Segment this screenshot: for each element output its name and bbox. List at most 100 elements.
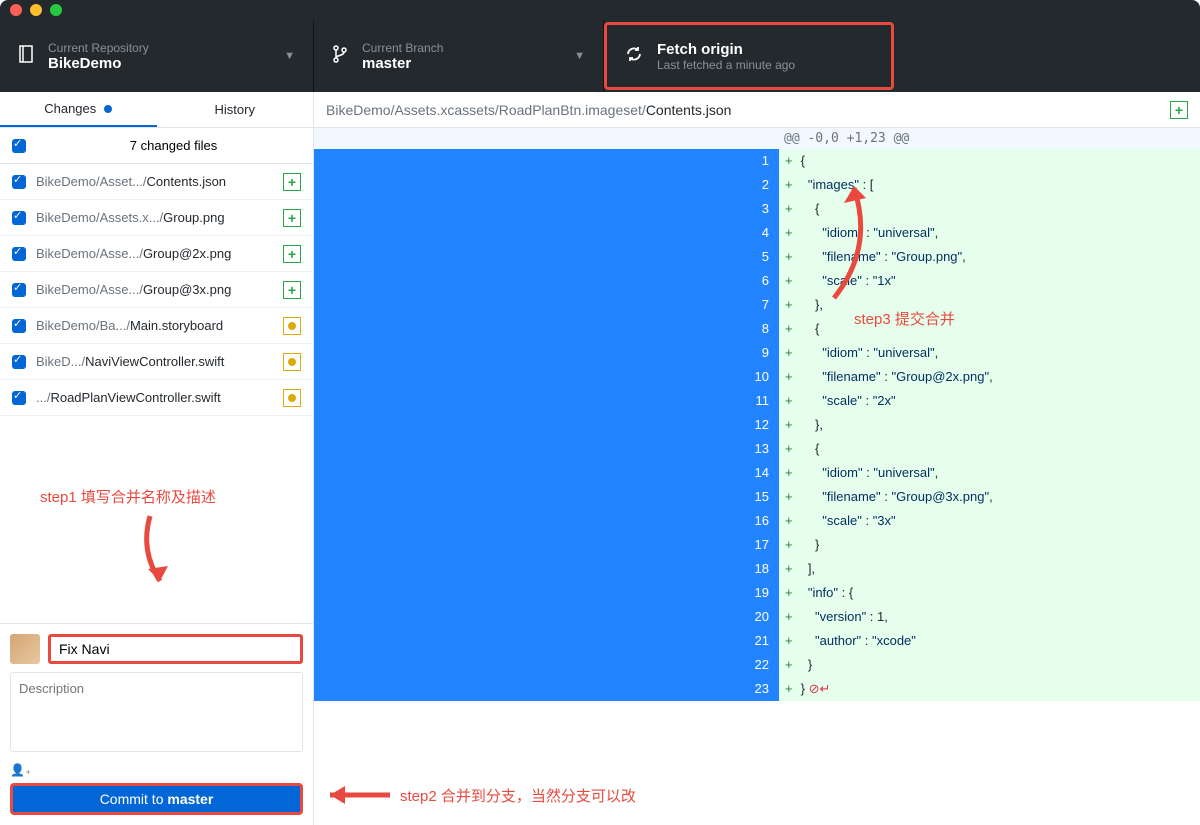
hunk-header: @@ -0,0 +1,23 @@ <box>314 128 1200 149</box>
added-icon: + <box>283 173 301 191</box>
file-name: BikeDemo/Asse.../Group@2x.png <box>36 246 277 261</box>
line-number: 12 <box>314 413 779 437</box>
diff-line: 15+ "filename" : "Group@3x.png", <box>314 485 1200 509</box>
line-number: 2 <box>314 173 779 197</box>
branch-label: Current Branch <box>362 41 574 55</box>
line-number: 13 <box>314 437 779 461</box>
commit-button[interactable]: Commit to master <box>10 783 303 815</box>
modified-icon <box>283 389 301 407</box>
file-checkbox[interactable] <box>12 391 26 405</box>
file-path-bar: BikeDemo/Assets.xcassets/RoadPlanBtn.ima… <box>314 92 1200 128</box>
line-number: 11 <box>314 389 779 413</box>
fetch-label: Fetch origin <box>657 41 873 58</box>
file-row[interactable]: BikeDemo/Ba.../Main.storyboard <box>0 308 313 344</box>
diff-line: 1+{ <box>314 149 1200 173</box>
repo-selector[interactable]: Current Repository BikeDemo ▼ <box>0 20 314 92</box>
file-name: BikeDemo/Ba.../Main.storyboard <box>36 318 277 333</box>
add-coauthor-icon[interactable]: 👤₊ <box>10 763 303 777</box>
tab-history[interactable]: History <box>157 92 314 127</box>
file-name: BikeDemo/Assets.x.../Group.png <box>36 210 277 225</box>
diff-line: 7+ }, <box>314 293 1200 317</box>
tab-changes-label: Changes <box>44 101 96 116</box>
diff-line: 13+ { <box>314 437 1200 461</box>
commit-summary-input[interactable] <box>48 634 303 664</box>
line-number: 3 <box>314 197 779 221</box>
repo-label: Current Repository <box>48 41 284 55</box>
added-icon: + <box>283 281 301 299</box>
file-row[interactable]: .../RoadPlanViewController.swift <box>0 380 313 416</box>
line-number: 19 <box>314 581 779 605</box>
tab-changes[interactable]: Changes <box>0 92 157 127</box>
line-number: 6 <box>314 269 779 293</box>
line-number: 8 <box>314 317 779 341</box>
file-checkbox[interactable] <box>12 319 26 333</box>
branch-icon <box>332 45 348 68</box>
tab-history-label: History <box>215 102 255 117</box>
diff-line: 11+ "scale" : "2x" <box>314 389 1200 413</box>
close-window-icon[interactable] <box>10 4 22 16</box>
caret-down-icon: ▼ <box>284 50 295 62</box>
commit-description-input[interactable] <box>10 672 303 752</box>
line-number: 10 <box>314 365 779 389</box>
path-prefix: BikeDemo/Assets.xcassets/RoadPlanBtn.ima… <box>326 102 646 118</box>
line-number: 5 <box>314 245 779 269</box>
avatar <box>10 634 40 664</box>
repo-icon <box>18 45 34 68</box>
arrow-icon <box>120 511 180 596</box>
commit-button-branch: master <box>167 791 213 807</box>
arrow-icon <box>315 780 395 810</box>
diff-line: 21+ "author" : "xcode" <box>314 629 1200 653</box>
sidebar: Changes History 7 changed files BikeDemo… <box>0 92 314 825</box>
line-number: 14 <box>314 461 779 485</box>
file-checkbox[interactable] <box>12 355 26 369</box>
line-number: 23 <box>314 677 779 701</box>
line-number: 21 <box>314 629 779 653</box>
main-panel: BikeDemo/Assets.xcassets/RoadPlanBtn.ima… <box>314 92 1200 825</box>
maximize-window-icon[interactable] <box>50 4 62 16</box>
file-row[interactable]: BikeDemo/Asse.../Group@3x.png + <box>0 272 313 308</box>
branch-value: master <box>362 55 574 72</box>
line-number: 9 <box>314 341 779 365</box>
annotation-step2: step2 合并到分支，当然分支可以改 <box>400 785 636 806</box>
diff-line: 14+ "idiom" : "universal", <box>314 461 1200 485</box>
file-name: BikeDemo/Asse.../Group@3x.png <box>36 282 277 297</box>
line-number: 7 <box>314 293 779 317</box>
branch-selector[interactable]: Current Branch master ▼ <box>314 20 604 92</box>
fetch-origin-button[interactable]: Fetch origin Last fetched a minute ago <box>604 22 894 90</box>
file-name: .../RoadPlanViewController.swift <box>36 390 277 405</box>
modified-icon <box>283 353 301 371</box>
file-checkbox[interactable] <box>12 247 26 261</box>
commit-button-prefix: Commit to <box>100 791 168 807</box>
diff-line: 9+ "idiom" : "universal", <box>314 341 1200 365</box>
diff-line: 17+ } <box>314 533 1200 557</box>
file-checkbox[interactable] <box>12 283 26 297</box>
diff-line: 22+ } <box>314 653 1200 677</box>
diff-line: 12+ }, <box>314 413 1200 437</box>
minimize-window-icon[interactable] <box>30 4 42 16</box>
commit-form: 👤₊ Commit to master <box>0 623 313 825</box>
arrow-icon <box>824 178 884 308</box>
added-icon: + <box>283 209 301 227</box>
annotation-step3: step3 提交合并 <box>854 308 955 329</box>
expand-icon[interactable]: + <box>1170 101 1188 119</box>
select-all-checkbox[interactable] <box>12 139 26 153</box>
file-checkbox[interactable] <box>12 211 26 225</box>
fetch-value: Last fetched a minute ago <box>657 58 873 72</box>
diff-line: 3+ { <box>314 197 1200 221</box>
repo-value: BikeDemo <box>48 55 284 72</box>
file-row[interactable]: BikeDemo/Assets.x.../Group.png + <box>0 200 313 236</box>
diff-line: 10+ "filename" : "Group@2x.png", <box>314 365 1200 389</box>
line-number: 22 <box>314 653 779 677</box>
line-number: 17 <box>314 533 779 557</box>
diff-line: 5+ "filename" : "Group.png", <box>314 245 1200 269</box>
file-row[interactable]: BikeD.../NaviViewController.swift <box>0 344 313 380</box>
diff-line: 20+ "version" : 1, <box>314 605 1200 629</box>
file-row[interactable]: BikeDemo/Asset.../Contents.json + <box>0 164 313 200</box>
files-count: 7 changed files <box>46 138 301 153</box>
file-row[interactable]: BikeDemo/Asse.../Group@2x.png + <box>0 236 313 272</box>
line-number: 15 <box>314 485 779 509</box>
file-checkbox[interactable] <box>12 175 26 189</box>
added-icon: + <box>283 245 301 263</box>
line-number: 1 <box>314 149 779 173</box>
diff-line: 23+} ⊘↵ <box>314 677 1200 701</box>
